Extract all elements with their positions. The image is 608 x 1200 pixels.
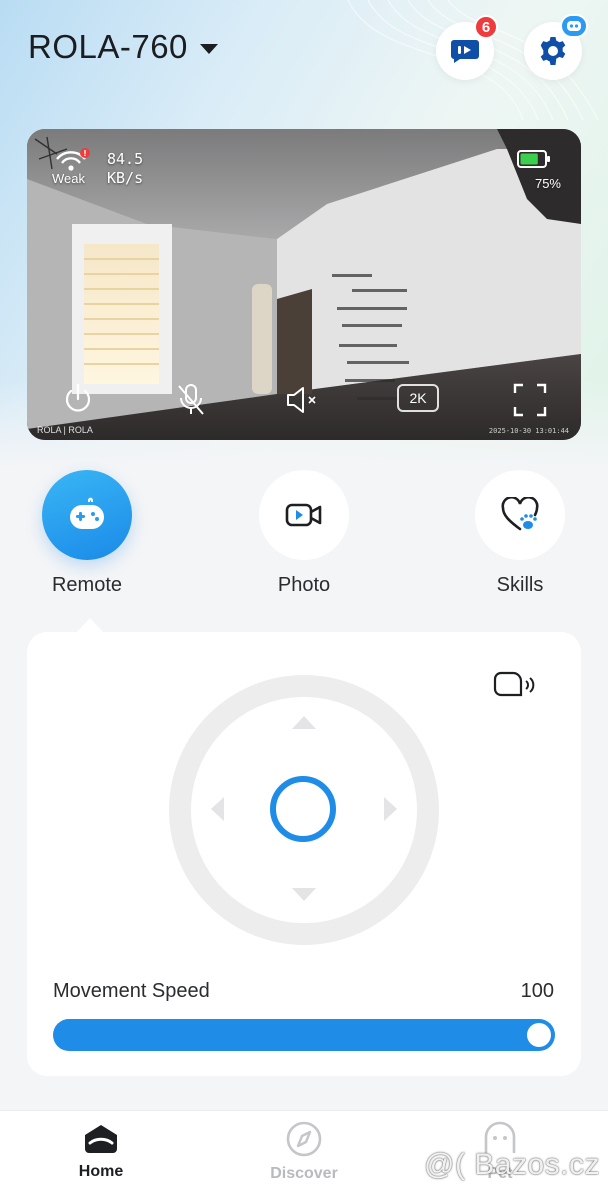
tab-home-label: Home: [78, 1163, 124, 1180]
movement-speed-slider[interactable]: [53, 1019, 555, 1051]
video-message-icon: [451, 40, 479, 63]
compass-icon: [286, 1121, 322, 1157]
mode-remote-label: Remote: [51, 574, 123, 596]
mode-remote-button[interactable]: [42, 470, 132, 560]
mode-photo[interactable]: Photo: [259, 470, 349, 597]
chevron-down-icon[interactable]: [199, 44, 218, 54]
arrow-down-icon[interactable]: [292, 888, 316, 901]
movement-speed-label: Movement Speed: [53, 980, 210, 1002]
settings-button[interactable]: [524, 14, 588, 80]
mic-muted-icon[interactable]: [175, 382, 207, 418]
speaker-muted-icon[interactable]: [284, 384, 322, 416]
gamepad-icon: [70, 497, 104, 529]
tab-home[interactable]: Home: [41, 1121, 161, 1181]
video-camera-icon: [285, 503, 322, 527]
network-speed-unit: KB/s: [107, 169, 144, 187]
arrow-right-icon[interactable]: [384, 797, 397, 821]
battery-percent: 75%: [534, 176, 561, 191]
device-name[interactable]: ROLA-760: [28, 28, 188, 66]
panel-pointer: [76, 618, 104, 633]
messages-badge: 6: [474, 15, 498, 39]
mode-photo-button[interactable]: [259, 470, 349, 560]
mode-skills[interactable]: Skills: [475, 470, 565, 597]
watermark: @( Bazos.cz: [424, 1148, 600, 1181]
joystick-knob[interactable]: [270, 776, 336, 842]
mode-photo-label: Photo: [277, 574, 331, 596]
messages-button[interactable]: 6: [436, 15, 498, 80]
power-icon[interactable]: [61, 382, 95, 416]
wifi-icon: [56, 148, 90, 171]
camera-timestamp: 2025-10-30 13:01:44: [488, 427, 569, 435]
camera-brand: ROLA | ROLA: [37, 425, 93, 435]
mode-skills-button[interactable]: [475, 470, 565, 560]
arrow-up-icon[interactable]: [292, 716, 316, 729]
arrow-left-icon[interactable]: [211, 797, 224, 821]
movement-speed-value: 100: [520, 980, 554, 1002]
heart-paw-icon: [501, 497, 539, 531]
top-bar: ROLA-760 6: [28, 14, 588, 80]
voice-call-button[interactable]: [489, 666, 545, 702]
slider-thumb[interactable]: [527, 1023, 551, 1047]
gear-icon: [540, 37, 566, 65]
home-icon: [85, 1125, 117, 1153]
resolution-button[interactable]: 2K: [397, 384, 439, 412]
mode-remote[interactable]: Remote: [42, 470, 132, 597]
remote-control-panel: Movement Speed 100: [27, 632, 581, 1076]
fullscreen-icon[interactable]: [513, 383, 547, 417]
battery-icon: [517, 150, 550, 168]
slider-fill: [53, 1019, 555, 1051]
network-speed-value: 84.5: [107, 150, 144, 168]
tab-discover-label: Discover: [270, 1165, 338, 1182]
voice-call-icon: [493, 671, 535, 697]
robot-face-icon: [560, 14, 588, 38]
mode-skills-label: Skills: [496, 574, 544, 596]
camera-feed[interactable]: Weak 84.5 KB/s 75% 2K ROLA | ROLA 2025-1…: [27, 129, 581, 440]
signal-label: Weak: [52, 171, 85, 186]
tab-discover[interactable]: Discover: [244, 1121, 364, 1183]
